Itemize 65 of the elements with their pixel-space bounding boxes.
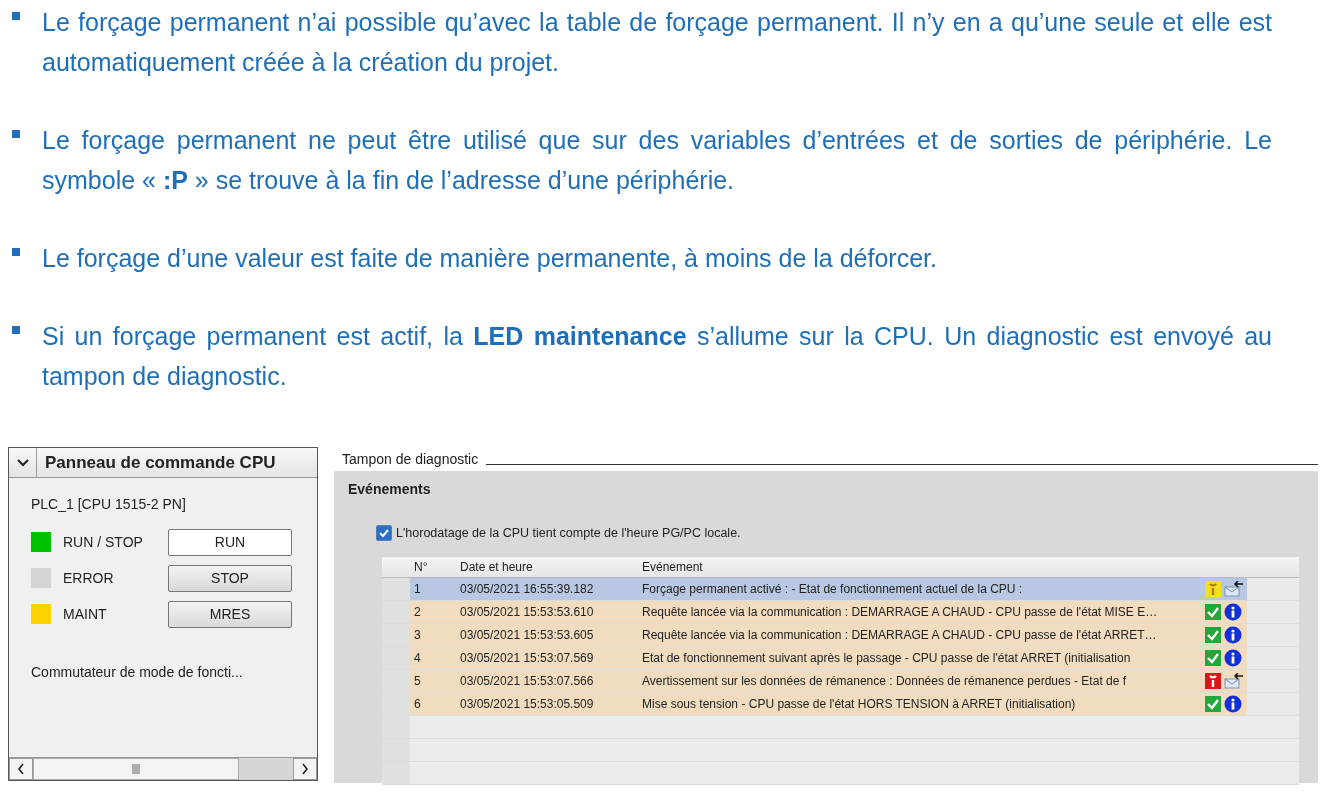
table-cell-text: Etat de fonctionnement suivant après le passage - CPU passe de l'état ARRET (initialisation [642, 651, 1132, 665]
table-cell-text: 4 [413, 651, 422, 665]
table-cell-text: 03/05/2021 15:53:07.569 [460, 651, 595, 665]
bullet-icon [12, 12, 20, 20]
led-label: ERROR [63, 570, 115, 586]
chevron-icon [16, 458, 29, 467]
checkbox[interactable] [376, 525, 392, 541]
table-cell-text: 2 [413, 605, 422, 619]
info-icon [1224, 603, 1242, 621]
panel-title: Panneau de commande CPU [44, 452, 276, 473]
table-cell-text: 03/05/2021 16:55:39.182 [460, 582, 595, 596]
bullet-icon [12, 130, 20, 138]
check-icon [1205, 627, 1221, 643]
mode-switch-label: Commutateur de mode de foncti... [31, 664, 244, 680]
led-label: RUN / STOP [63, 534, 144, 550]
table-cell-text: Mise sous tension - CPU passe de l'état HORS TENSION à ARRET (initialisation) [642, 697, 1077, 711]
event-row[interactable]: 4 03/05/2021 15:53:07.569 Etat de fonctionnement suivant après le passage - CPU passe de l'état ARRET (initialisation [410, 647, 1247, 669]
bullet-text: Le forçage permanent ne peut être utilisé que sur des variables d’entrées et de sorties de périphérie. Le symbole « :P » se trouve à la fin de l’adresse d’une périphérie. [42, 125, 1272, 196]
bullet-text: Si un forçage permanent est actif, la LED maintenance s’allume sur la CPU. Un diagnostic est envoyé au tampon de diagnostic. [42, 321, 1272, 392]
column-header[interactable]: Date et heure [460, 560, 642, 574]
scroll-thumb[interactable] [33, 758, 239, 780]
table-cell-text: 03/05/2021 15:53:07.566 [460, 674, 595, 688]
table-cell-text: Avertissement sur les données de rémanence : Données de rémanence perdues - Etat de f [642, 674, 1128, 688]
event-row[interactable]: 2 03/05/2021 15:53:53.610 Requête lancée via la communication : DEMARRAGE A CHAUD - CPU passe de l'état MISE E… [410, 601, 1247, 623]
checkmark-icon [378, 527, 390, 539]
column-header[interactable]: N° [410, 560, 460, 574]
scroll-left-button[interactable] [9, 758, 33, 780]
mode-button[interactable]: RUN [168, 528, 292, 556]
event-row[interactable]: 1 03/05/2021 16:55:39.182 Forçage permanent activé : - Etat de fonctionnement actuel de la CPU : [410, 578, 1247, 600]
column-header[interactable]: Evénement [642, 560, 1299, 574]
table-cell-text: 03/05/2021 15:53:53.605 [460, 628, 595, 642]
horizontal-scrollbar[interactable] [9, 757, 317, 780]
table-cell-text: Requête lancée via la communication : DEMARRAGE A CHAUD - CPU passe de l'état ARRET… [642, 628, 1158, 642]
envelope-arrow-icon [1224, 581, 1244, 597]
table-cell-text: 03/05/2021 15:53:05.509 [460, 697, 595, 711]
checkbox-label: L'horodatage de la CPU tient compte de l'heure PG/PC locale. [396, 526, 741, 540]
table-cell-text: 03/05/2021 15:53:53.610 [460, 605, 595, 619]
table-cell-text: Requête lancée via la communication : DEMARRAGE A CHAUD - CPU passe de l'état MISE E… [642, 605, 1159, 619]
table-cell-text: 6 [413, 697, 422, 711]
check-icon [1205, 696, 1221, 712]
table-cell-text: 3 [413, 628, 422, 642]
table-cell-text: Forçage permanent activé : - Etat de fonctionnement actuel de la CPU : [642, 582, 1024, 596]
info-icon [1224, 649, 1242, 667]
event-row[interactable]: 5 03/05/2021 15:53:07.566 Avertissement sur les données de rémanence : Données de rémanence perdues - Etat de f [410, 670, 1247, 692]
table-cell-text: 1 [413, 582, 422, 596]
grip-icon [131, 764, 141, 774]
bullet-icon [12, 248, 20, 256]
scroll-right-button[interactable] [293, 758, 317, 780]
bullet-text: Le forçage d’une valeur est faite de manière permanente, à moins de la déforcer. [42, 243, 938, 274]
check-icon [1205, 604, 1221, 620]
device-name: PLC_1 [CPU 1515-2 PN] [31, 496, 187, 512]
events-heading: Evénements [348, 481, 432, 497]
table-cell-text: 5 [413, 674, 422, 688]
section-title: Tampon de diagnostic [341, 451, 480, 467]
event-row[interactable]: 3 03/05/2021 15:53:53.605 Requête lancée via la communication : DEMARRAGE A CHAUD - CPU passe de l'état ARRET… [410, 624, 1247, 646]
info-icon [1224, 695, 1242, 713]
envelope-arrow-icon [1224, 673, 1244, 689]
check-icon [1205, 650, 1221, 666]
mode-button[interactable]: MRES [168, 600, 292, 628]
led-label: MAINT [63, 606, 108, 622]
info-icon [1224, 626, 1242, 644]
event-row[interactable]: 6 03/05/2021 15:53:05.509 Mise sous tension - CPU passe de l'état HORS TENSION à ARRET (initialisation) [410, 693, 1247, 715]
mode-button[interactable]: STOP [168, 564, 292, 592]
bullet-text: Le forçage permanent n’ai possible qu’avec la table de forçage permanent. Il n’y en a qu’une seule et elle est automatiquement créée à la création du projet. [42, 7, 1272, 78]
bullet-icon [12, 326, 20, 334]
